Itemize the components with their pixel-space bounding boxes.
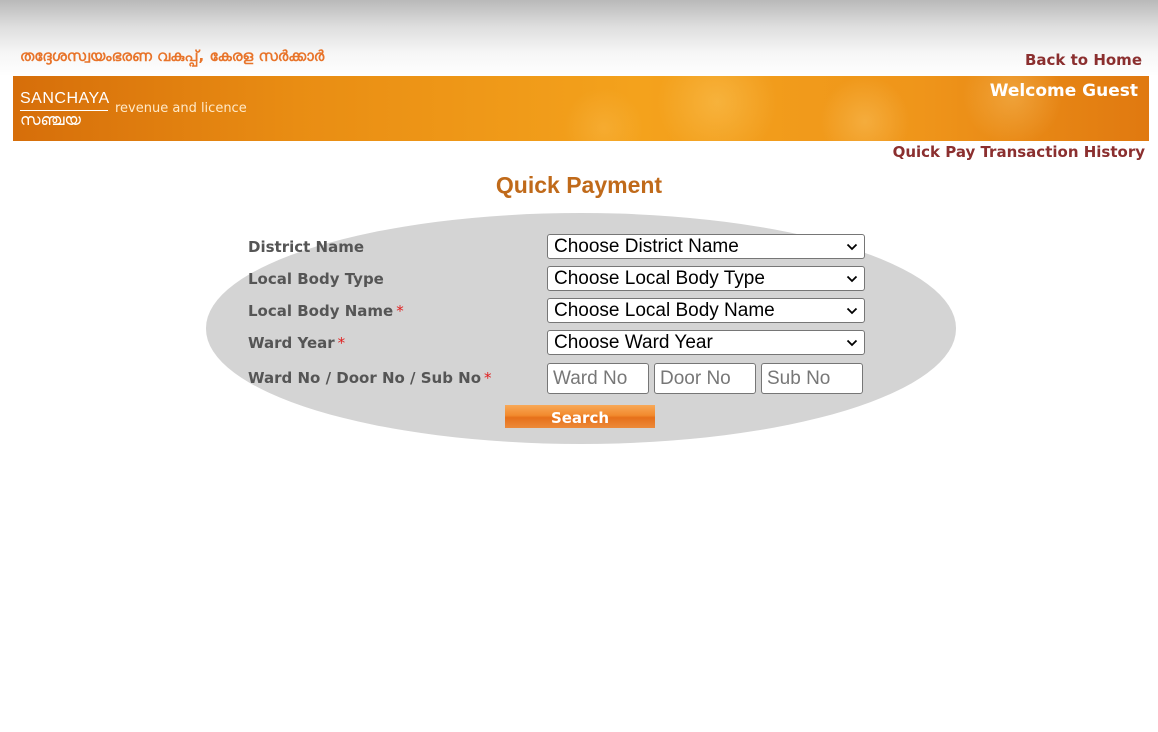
chevron-down-icon [846,243,858,251]
local-body-type-selected-value: Choose Local Body Type [554,268,765,289]
page-title: Quick Payment [495,172,663,198]
chevron-down-icon [846,307,858,315]
logo-text-english: SANCHAYA [20,90,110,107]
chevron-down-icon [846,275,858,283]
ward-no-input[interactable] [547,363,649,394]
welcome-text: Welcome Guest [989,81,1138,101]
local-body-name-selected-value: Choose Local Body Name [554,300,775,321]
local-body-type-label-text: Local Body Type [248,270,384,288]
logo-text-malayalam: സഞ്ചയ [20,110,81,129]
district-name-label: District Name [248,238,364,256]
quick-pay-history-link[interactable]: Quick Pay Transaction History [893,143,1145,161]
district-name-label-text: District Name [248,238,364,256]
local-body-name-select[interactable]: Choose Local Body Name [547,298,865,323]
door-no-input[interactable] [654,363,756,394]
sanchaya-banner: SANCHAYA സഞ്ചയ revenue and licence Welco… [13,76,1149,141]
ward-year-label-text: Ward Year [248,334,335,352]
ward-door-sub-label-text: Ward No / Door No / Sub No [248,369,482,387]
sanchaya-logo: SANCHAYA സഞ്ചയ [20,90,112,130]
back-to-home-link[interactable]: Back to Home [1025,51,1142,69]
district-name-select[interactable]: Choose District Name [547,234,865,259]
banner-tagline: revenue and licence [115,101,247,116]
local-body-name-label: Local Body Name * [248,302,404,320]
quick-payment-form: District Name Choose District Name Local… [206,213,956,444]
ward-year-label: Ward Year * [248,334,345,352]
local-body-type-select[interactable]: Choose Local Body Type [547,266,865,291]
ward-year-select[interactable]: Choose Ward Year [547,330,865,355]
ward-door-sub-label: Ward No / Door No / Sub No * [248,369,492,387]
required-marker: * [337,334,346,352]
local-body-type-label: Local Body Type [248,270,384,288]
sub-no-input[interactable] [761,363,863,394]
local-body-name-label-text: Local Body Name [248,302,394,320]
search-button[interactable]: Search [505,405,655,428]
chevron-down-icon [846,339,858,347]
ward-year-selected-value: Choose Ward Year [554,332,713,353]
district-name-selected-value: Choose District Name [554,236,739,257]
required-marker: * [484,369,492,387]
department-title: തദ്ദേശസ്വയംഭരണ വകുപ്പ്, കേരള സർക്കാർ [20,47,325,65]
required-marker: * [396,302,404,320]
